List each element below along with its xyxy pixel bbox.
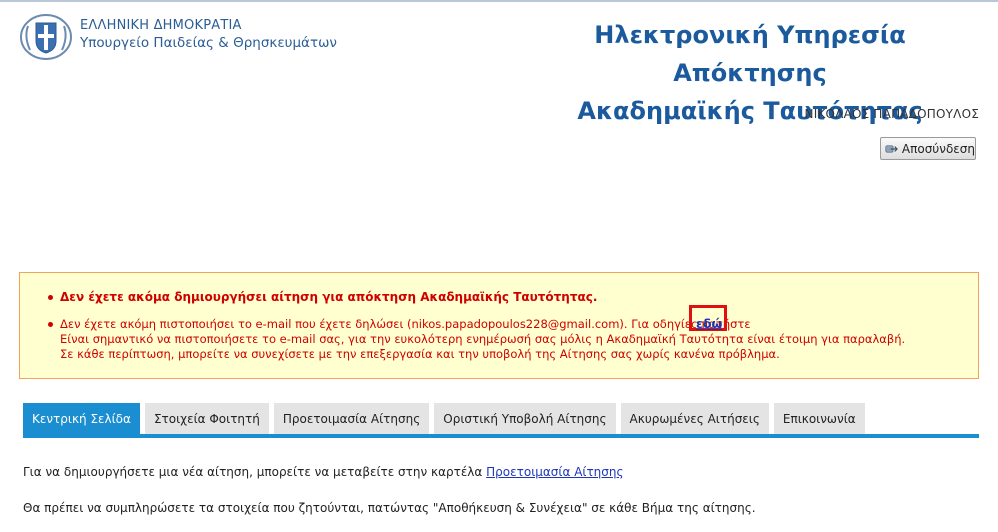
alert-email-line3: Σε κάθε περίπτωση, μπορείτε να συνεχίσετ… (60, 347, 780, 361)
user-name: ΝΙΚΟΛΑΟΣ ΠΑΠΑΔΟΠΟΥΛΟΣ (804, 107, 979, 121)
ministry-line1: ΕΛΛΗΝΙΚΗ ΔΗΜΟΚΡΑΤΙΑ (80, 18, 242, 33)
alert-message-email: Δεν έχετε ακόμη πιστοποιήσει το e-mail π… (60, 317, 960, 362)
alert-box: Δεν έχετε ακόμα δημιουργήσει αίτηση για … (19, 272, 979, 379)
logout-label: Αποσύνδεση (901, 141, 975, 156)
tab-home[interactable]: Κεντρική Σελίδα (23, 403, 140, 434)
intro-paragraph: Για να δημιουργήσετε μια νέα αίτηση, μπο… (23, 465, 624, 479)
tab-application-preparation[interactable]: Προετοιμασία Αίτησης (273, 403, 430, 434)
alert-email-line1: Δεν έχετε ακόμη πιστοποιήσει το e-mail π… (60, 317, 751, 331)
tab-student-details[interactable]: Στοιχεία Φοιτητή (144, 403, 269, 434)
ministry-line2: Υπουργείο Παιδείας & Θρησκευμάτων (80, 35, 337, 51)
instructions-link[interactable]: εδώ (696, 316, 722, 331)
greek-coat-of-arms-icon (20, 14, 72, 60)
tab-contact[interactable]: Επικοινωνία (773, 403, 865, 434)
tab-bar: Κεντρική Σελίδα Στοιχεία Φοιτητή Προετοι… (23, 403, 870, 434)
alert-email-line2: Είναι σημαντικό να πιστοποιήσετε το e-ma… (60, 332, 906, 346)
tab-underline (23, 434, 979, 438)
ministry-block: ΕΛΛΗΝΙΚΗ ΔΗΜΟΚΡΑΤΙΑ Υπουργείο Παιδείας &… (80, 18, 337, 52)
tab-cancelled-applications[interactable]: Ακυρωμένες Αιτήσεις (620, 403, 769, 434)
intro-text: Για να δημιουργήσετε μια νέα αίτηση, μπο… (23, 465, 483, 479)
application-preparation-link[interactable]: Προετοιμασία Αίτησης (486, 465, 623, 479)
logout-icon (885, 144, 898, 153)
tab-final-submission[interactable]: Οριστική Υποβολή Αίτησης (434, 403, 616, 434)
bullet-icon (48, 295, 53, 300)
alert-message-no-application: Δεν έχετε ακόμα δημιουργήσει αίτηση για … (60, 290, 598, 304)
logout-button[interactable]: Αποσύνδεση (880, 137, 976, 160)
service-title-line1: Ηλεκτρονική Υπηρεσία Απόκτησης (594, 21, 906, 87)
instructions-paragraph: Θα πρέπει να συμπληρώσετε τα στοιχεία πο… (23, 501, 756, 515)
top-rule (0, 0, 998, 2)
bullet-icon (48, 322, 53, 327)
